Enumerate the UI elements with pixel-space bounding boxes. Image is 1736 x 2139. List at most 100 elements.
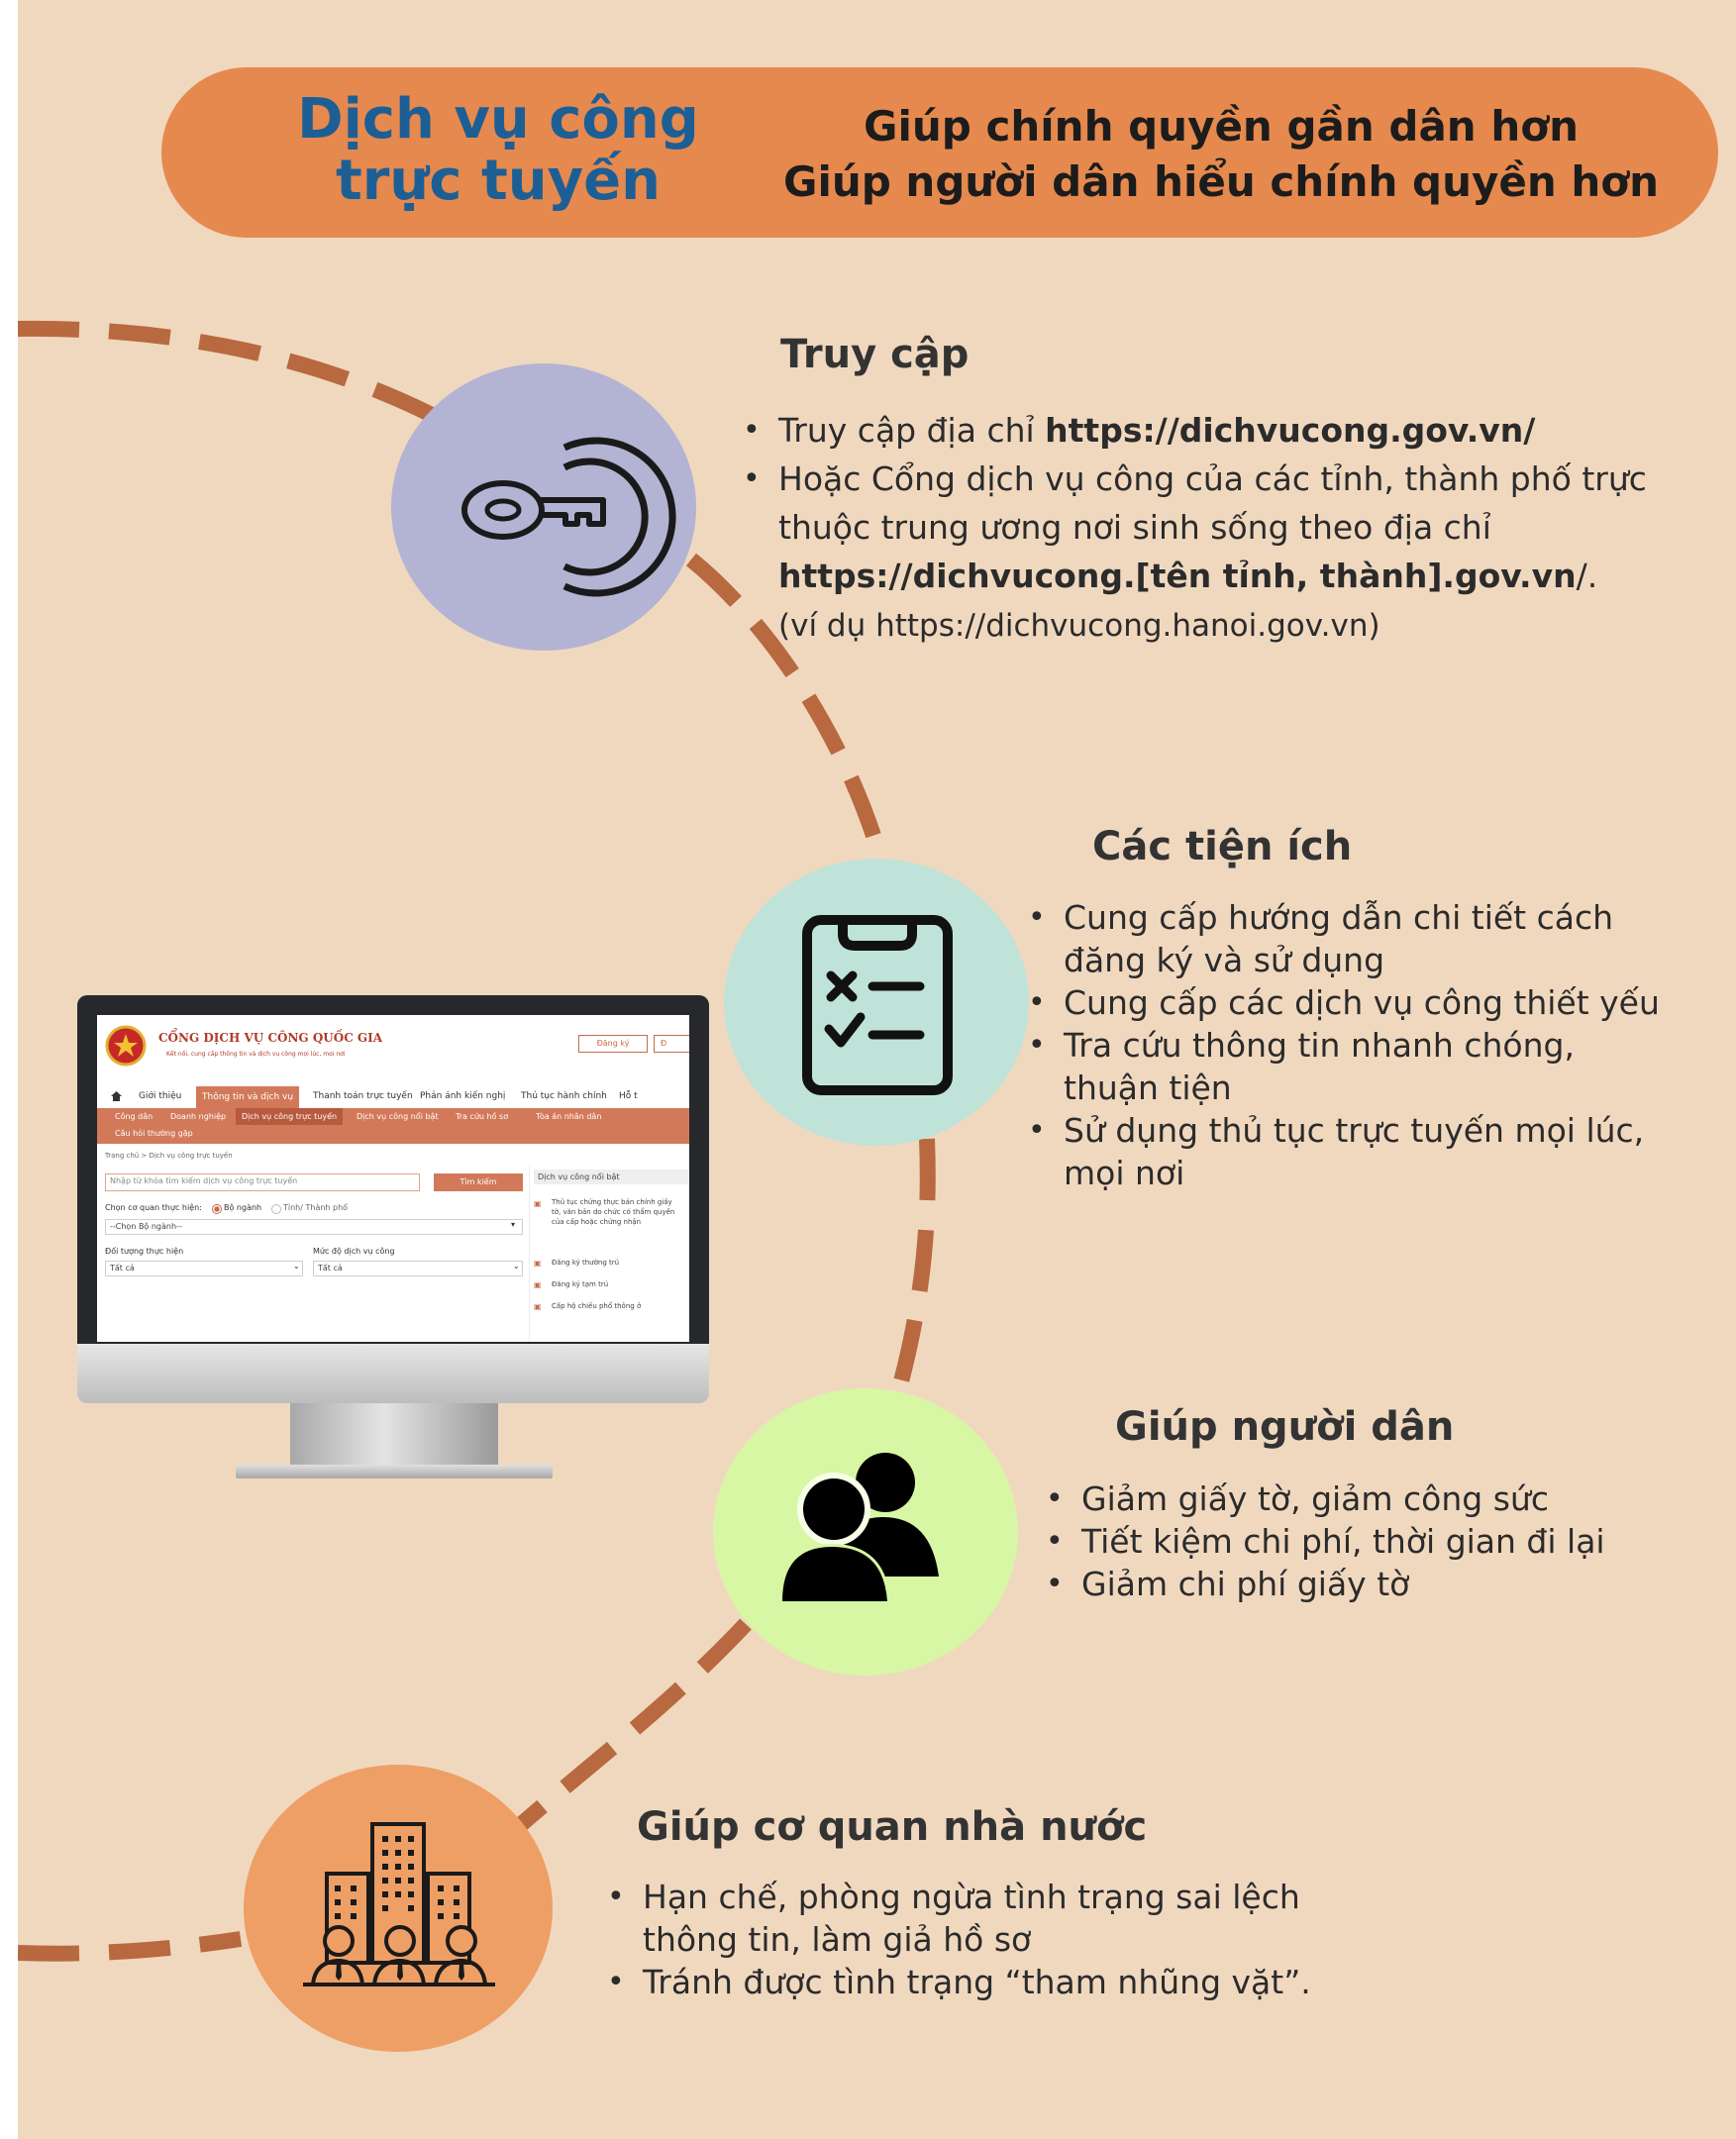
national-emblem-icon [105,1025,147,1067]
utilities-list: Cung cấp hướng dẫn chi tiết cách đăng ký … [1028,896,1721,1194]
access-text-line-2: thuộc trung ương nơi sinh sống theo địa … [778,508,1491,547]
featured-item[interactable]: Đăng ký tạm trú [552,1280,608,1288]
agency-1-line-1: Hạn chế, phòng ngừa tình trạng sai lệch [643,1878,1300,1916]
utility-1-line-1: Cung cấp hướng dẫn chi tiết cách [1064,898,1614,937]
monitor-stand [290,1403,498,1469]
chevron-down-icon: ⌄ [293,1262,300,1271]
subnav-item[interactable]: Tra cứu hồ sơ [456,1112,508,1121]
citizens-heading: Giúp người dân [1115,1404,1455,1450]
featured-item[interactable]: Đăng ký thường trú [552,1259,619,1267]
search-button[interactable]: Tìm kiếm [434,1173,523,1191]
slogan: Giúp chính quyền gần dân hơn Giúp người … [756,99,1686,210]
access-list: Truy cập địa chỉ https://dichvucong.gov.… [743,406,1713,600]
chevron-down-icon: ⌄ [513,1262,520,1271]
monitor-base [236,1465,553,1478]
radio-province-label: Tỉnh/ Thành phố [283,1203,349,1212]
list-item: Truy cập địa chỉ https://dichvucong.gov.… [743,406,1713,455]
radio-province[interactable] [271,1204,281,1214]
utility-4-line-2: mọi nơi [1064,1154,1185,1192]
login-button[interactable]: Đ [654,1035,689,1053]
list-item: Sử dụng thủ tục trực tuyến mọi lúc, mọi n… [1028,1109,1721,1194]
list-item: Hạn chế, phòng ngừa tình trạng sai lệch t… [607,1876,1419,1961]
nav-item[interactable]: Thanh toán trực tuyến [313,1091,413,1101]
citizens-list: Giảm giấy tờ, giảm công sức Tiết kiệm ch… [1046,1477,1719,1605]
citizens-circle [713,1388,1018,1676]
subnav-item[interactable]: Doanh nghiệp [170,1112,226,1121]
subnav-item[interactable]: Tòa án nhân dân [536,1112,601,1121]
link-suffix: /. [1576,557,1598,595]
featured-icon: ▣ [534,1280,542,1289]
list-item: Giảm giấy tờ, giảm công sức [1046,1477,1719,1520]
register-button[interactable]: Đăng ký [578,1035,648,1053]
portal-subnav: Công dân Doanh nghiệp Dịch vụ công trực … [97,1108,689,1144]
level-label: Mức độ dịch vụ công [313,1247,395,1256]
office-buildings-staff-icon [303,1822,495,1986]
featured-item[interactable]: Cấp hộ chiếu phổ thông ở [552,1302,641,1310]
chevron-down-icon: ▾ [511,1220,516,1229]
agency-1-line-2: thông tin, làm giả hồ sơ [643,1920,1032,1959]
title-line-2: trực tuyến [336,149,661,213]
subnav-item[interactable]: Dịch vụ công nổi bật [357,1112,439,1121]
subnav-item-active[interactable]: Dịch vụ công trực tuyến [236,1108,344,1125]
agencies-list: Hạn chế, phòng ngừa tình trạng sai lệch t… [607,1876,1419,2003]
featured-icon: ▣ [534,1199,542,1208]
featured-item[interactable]: Thủ tục chứng thực bản chính giấy tờ, vă… [552,1197,680,1227]
level-select[interactable]: Tất cả [313,1261,523,1276]
utility-4-line-1: Sử dụng thủ tục trực tuyến mọi lúc, [1064,1111,1645,1150]
nav-item[interactable]: Giới thiệu [139,1091,181,1101]
nav-item[interactable]: Thủ tục hành chính [521,1091,607,1101]
utility-2: Cung cấp các dịch vụ công thiết yếu [1064,983,1660,1022]
subnav-item[interactable]: Câu hỏi thường gặp [115,1129,193,1138]
subnav-item[interactable]: Công dân [115,1112,153,1121]
radio-ministry-label: Bộ ngành [224,1203,262,1212]
provincial-link[interactable]: https://dichvucong.[tên tỉnh, thành].gov… [778,557,1577,595]
home-icon[interactable] [111,1091,122,1101]
key-icon [461,437,676,597]
list-item: Cung cấp các dịch vụ công thiết yếu [1028,981,1721,1024]
monitor-illustration: CỔNG DỊCH VỤ CÔNG QUỐC GIA Kết nối, cung… [77,995,709,1480]
radio-ministry-selected[interactable] [212,1204,222,1214]
access-circle [391,363,696,651]
utility-1-line-2: đăng ký và sử dụng [1064,941,1385,979]
list-item: Tra cứu thông tin nhanh chóng, thuận tiện [1028,1024,1721,1109]
list-item: Tiết kiệm chi phí, thời gian đi lại [1046,1520,1719,1563]
featured-panel: Dịch vụ công nổi bật ▣ Thủ tục chứng thự… [529,1166,689,1342]
subject-label: Đối tượng thực hiện [105,1247,184,1256]
search-input[interactable]: Nhập từ khóa tìm kiếm dịch vụ công trực … [105,1173,420,1191]
monitor-chin [77,1344,709,1403]
utilities-circle [724,859,1029,1146]
list-item: Cung cấp hướng dẫn chi tiết cách đăng ký … [1028,896,1721,981]
access-text: Truy cập địa chỉ [778,411,1046,450]
nav-item[interactable]: Hỗ t [619,1091,638,1101]
monitor-bezel: CỔNG DỊCH VỤ CÔNG QUỐC GIA Kết nối, cung… [77,995,709,1396]
utility-3-line-2: thuận tiện [1064,1069,1232,1107]
ministry-select[interactable]: --Chọn Bộ ngành-- [105,1219,523,1235]
portal-nav: Giới thiệu Thông tin và dịch vụ Thanh to… [97,1086,689,1110]
portal-title: CỔNG DỊCH VỤ CÔNG QUỐC GIA [158,1031,383,1045]
people-group-icon [778,1453,939,1604]
portal-link[interactable]: https://dichvucong.gov.vn/ [1045,411,1535,450]
access-example: (ví dụ https://dichvucong.hanoi.gov.vn) [778,608,1380,644]
utilities-heading: Các tiện ích [1092,824,1353,869]
checklist-clipboard-icon [802,915,953,1095]
subject-select[interactable]: Tất cả [105,1261,303,1276]
page-title: Dịch vụ công trực tuyến [270,89,726,212]
list-item: Tránh được tình trạng “tham nhũng vặt”. [607,1961,1419,2003]
breadcrumb: Trang chủ > Dịch vụ công trực tuyến [105,1152,233,1160]
infographic-canvas: Dịch vụ công trực tuyến Giúp chính quyền… [18,0,1736,2139]
nav-item-active[interactable]: Thông tin và dịch vụ [196,1086,300,1108]
portal-tagline: Kết nối, cung cấp thông tin và dịch vụ c… [166,1051,346,1058]
list-item: Giảm chi phí giấy tờ [1046,1563,1719,1605]
header-banner: Dịch vụ công trực tuyến Giúp chính quyền… [161,67,1718,238]
access-text-line-1: Hoặc Cổng dịch vụ công của các tỉnh, thà… [778,459,1647,498]
portal-screenshot: CỔNG DỊCH VỤ CÔNG QUỐC GIA Kết nối, cung… [97,1015,689,1342]
featured-icon: ▣ [534,1302,542,1311]
access-heading: Truy cập [780,332,970,377]
list-item: Hoặc Cổng dịch vụ công của các tỉnh, thà… [743,455,1713,600]
title-line-1: Dịch vụ công [297,87,699,152]
slogan-line-2: Giúp người dân hiểu chính quyền hơn [782,157,1660,206]
featured-title: Dịch vụ công nổi bật [534,1170,689,1184]
utility-3-line-1: Tra cứu thông tin nhanh chóng, [1064,1026,1575,1065]
nav-item[interactable]: Phản ánh kiến nghị [420,1091,505,1101]
slogan-line-1: Giúp chính quyền gần dân hơn [864,102,1579,151]
